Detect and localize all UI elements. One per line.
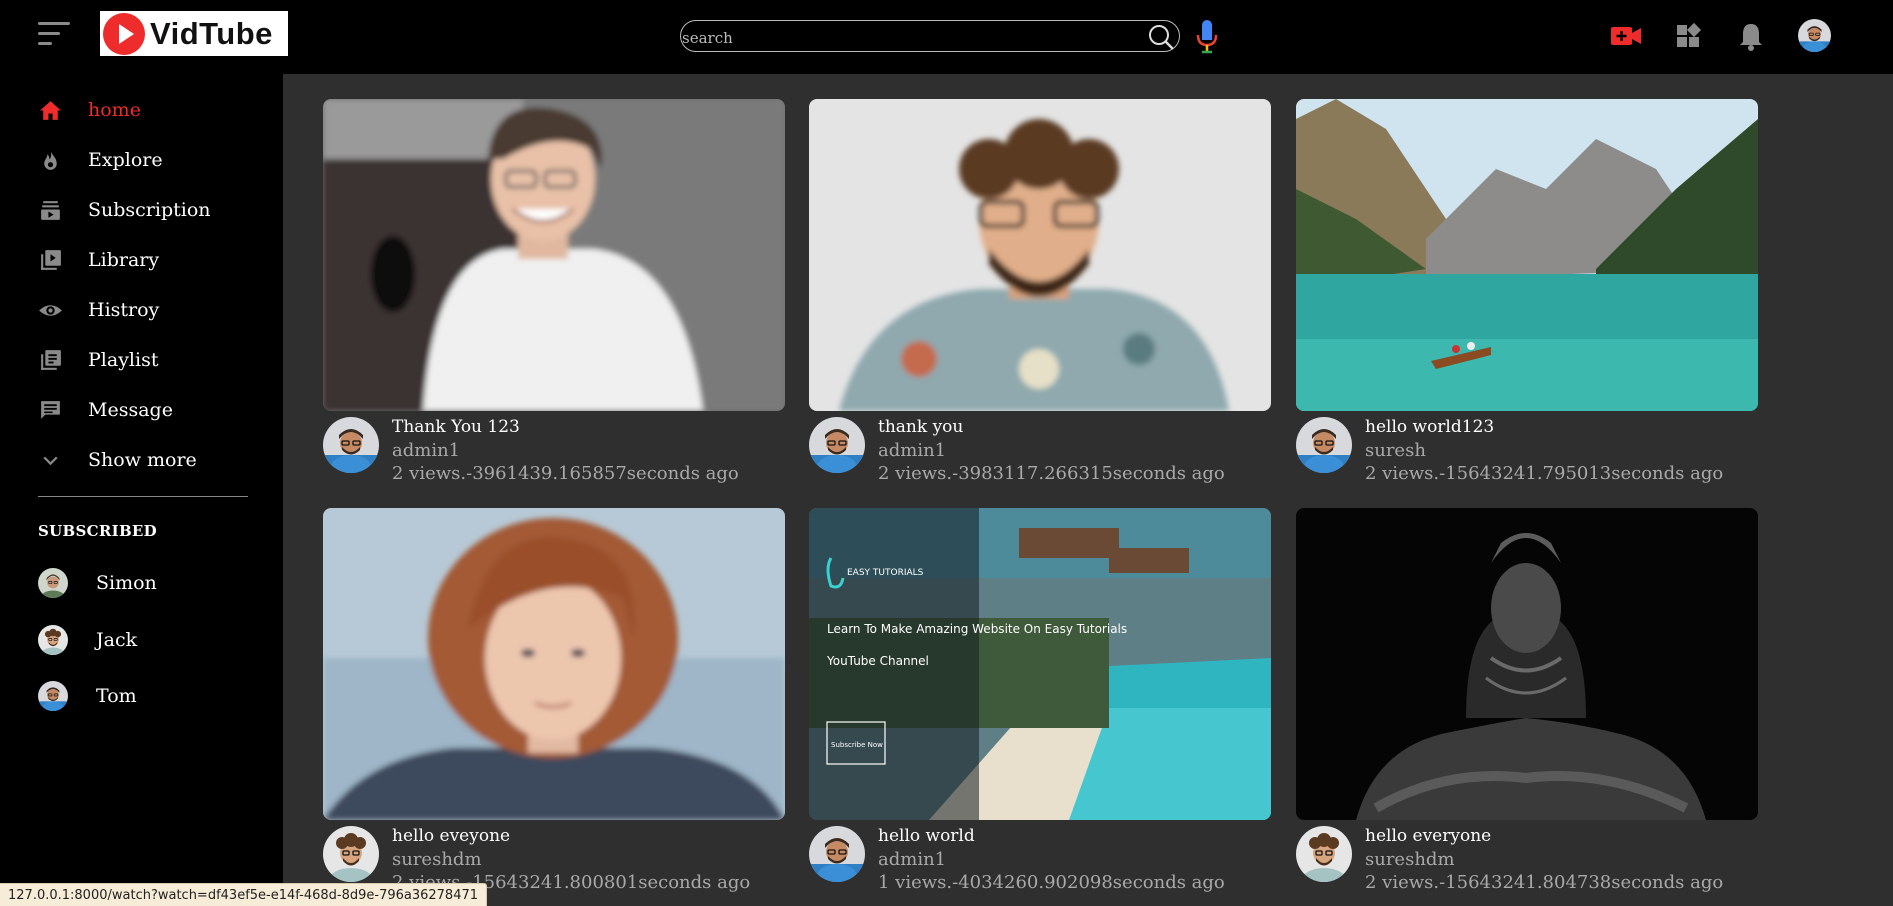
thumbnail-cta: Subscribe Now: [831, 741, 883, 749]
video-meta: 2 views.-15643241.804738seconds ago: [1365, 872, 1724, 893]
sidebar-item-library[interactable]: Library: [38, 242, 268, 278]
video-card[interactable]: hello everyone sureshdm 2 views.-1564324…: [1296, 508, 1758, 893]
video-card[interactable]: thank you admin1 2 views.-3983117.266315…: [809, 99, 1271, 484]
channel-avatar[interactable]: [1296, 417, 1352, 473]
subscription-item-simon[interactable]: Simon: [38, 566, 258, 600]
sidebar-divider: [38, 496, 248, 497]
video-channel[interactable]: sureshdm: [392, 849, 482, 870]
subscription-name: Simon: [96, 572, 157, 594]
video-channel[interactable]: admin1: [878, 849, 946, 870]
video-channel[interactable]: admin1: [878, 440, 946, 461]
subscribed-heading: SUBSCRIBED: [38, 522, 157, 540]
video-title[interactable]: thank you: [878, 417, 963, 437]
video-title[interactable]: hello world123: [1365, 417, 1494, 437]
video-thumbnail[interactable]: [1296, 99, 1758, 411]
upload-video-icon[interactable]: [1608, 18, 1644, 54]
avatar: [38, 625, 68, 655]
video-card[interactable]: EASY TUTORIALS Learn To Make Amazing Web…: [809, 508, 1271, 893]
library-icon: [41, 249, 61, 270]
message-icon: [41, 400, 60, 419]
sidebar-item-label: Playlist: [88, 349, 159, 371]
thumbnail-subline: YouTube Channel: [826, 654, 929, 668]
search-icon[interactable]: [1147, 23, 1175, 51]
sidebar-item-subscription[interactable]: Subscription: [38, 192, 268, 228]
video-meta: 2 views.-3983117.266315seconds ago: [878, 463, 1225, 484]
channel-avatar[interactable]: [809, 417, 865, 473]
sidebar-item-label: home: [88, 99, 141, 121]
sidebar-item-label: Histroy: [88, 299, 160, 321]
video-meta: 1 views.-4034260.902098seconds ago: [878, 872, 1225, 893]
home-icon: [40, 100, 61, 120]
sidebar-item-history[interactable]: Histroy: [38, 292, 268, 328]
sidebar-item-home[interactable]: home: [38, 92, 268, 128]
notification-bell-icon[interactable]: [1733, 18, 1769, 54]
video-card[interactable]: hello world123 suresh 2 views.-15643241.…: [1296, 99, 1758, 484]
app-logo[interactable]: VidTube: [100, 11, 288, 56]
sidebar-item-playlist[interactable]: Playlist: [38, 342, 268, 378]
app-name: VidTube: [150, 15, 273, 51]
subscription-name: Tom: [96, 685, 137, 707]
video-card[interactable]: Thank You 123 admin1 2 views.-3961439.16…: [323, 99, 785, 484]
sidebar-item-message[interactable]: Message: [38, 392, 268, 428]
channel-avatar[interactable]: [323, 417, 379, 473]
channel-avatar[interactable]: [1296, 826, 1352, 882]
subscriptions-icon: [41, 200, 60, 220]
subscription-name: Jack: [96, 629, 138, 651]
video-title[interactable]: hello everyone: [1365, 826, 1491, 846]
avatar: [38, 568, 68, 598]
thumbnail-brand: EASY TUTORIALS: [847, 568, 924, 578]
search-input[interactable]: [682, 27, 1122, 49]
video-title[interactable]: hello eveyone: [392, 826, 510, 846]
search-bar: [680, 20, 1180, 52]
video-meta: 2 views.-3961439.165857seconds ago: [392, 463, 739, 484]
apps-grid-icon[interactable]: [1671, 18, 1707, 54]
subscription-item-tom[interactable]: Tom: [38, 679, 258, 713]
hamburger-menu-icon[interactable]: [38, 22, 70, 48]
video-title[interactable]: hello world: [878, 826, 975, 846]
sidebar-item-label: Library: [88, 249, 160, 271]
subscription-item-jack[interactable]: Jack: [38, 623, 258, 657]
fire-icon: [44, 149, 57, 170]
sidebar: home Explore Subscription Library Histro…: [0, 74, 283, 906]
video-thumbnail[interactable]: [809, 99, 1271, 411]
video-thumbnail[interactable]: EASY TUTORIALS Learn To Make Amazing Web…: [809, 508, 1271, 820]
video-title[interactable]: Thank You 123: [392, 417, 520, 437]
playlist-icon: [41, 349, 61, 370]
chevron-down-icon: [43, 456, 58, 465]
video-thumbnail[interactable]: [323, 508, 785, 820]
top-header: VidTube: [0, 0, 1893, 74]
thumbnail-headline: Learn To Make Amazing Website On Easy Tu…: [827, 622, 1127, 636]
video-channel[interactable]: sureshdm: [1365, 849, 1455, 870]
channel-avatar[interactable]: [323, 826, 379, 882]
sidebar-item-label: Show more: [88, 449, 197, 471]
video-thumbnail[interactable]: [323, 99, 785, 411]
video-channel[interactable]: suresh: [1365, 440, 1426, 461]
video-thumbnail[interactable]: [1296, 508, 1758, 820]
user-avatar[interactable]: [1798, 19, 1831, 52]
browser-status-url: 127.0.0.1:8000/watch?watch=df43ef5e-e14f…: [0, 883, 488, 906]
logo-play-icon: [103, 12, 145, 55]
avatar: [38, 681, 68, 711]
video-card[interactable]: hello eveyone sureshdm 2 views.-15643241…: [323, 508, 785, 893]
sidebar-item-show-more[interactable]: Show more: [38, 442, 268, 478]
sidebar-item-label: Message: [88, 399, 173, 421]
channel-avatar[interactable]: [809, 826, 865, 882]
sidebar-item-label: Explore: [88, 149, 163, 171]
eye-icon: [39, 304, 62, 316]
video-meta: 2 views.-15643241.795013seconds ago: [1365, 463, 1724, 484]
video-channel[interactable]: admin1: [392, 440, 460, 461]
sidebar-item-explore[interactable]: Explore: [38, 142, 268, 178]
sidebar-item-label: Subscription: [88, 199, 211, 221]
microphone-icon[interactable]: [1194, 18, 1220, 54]
